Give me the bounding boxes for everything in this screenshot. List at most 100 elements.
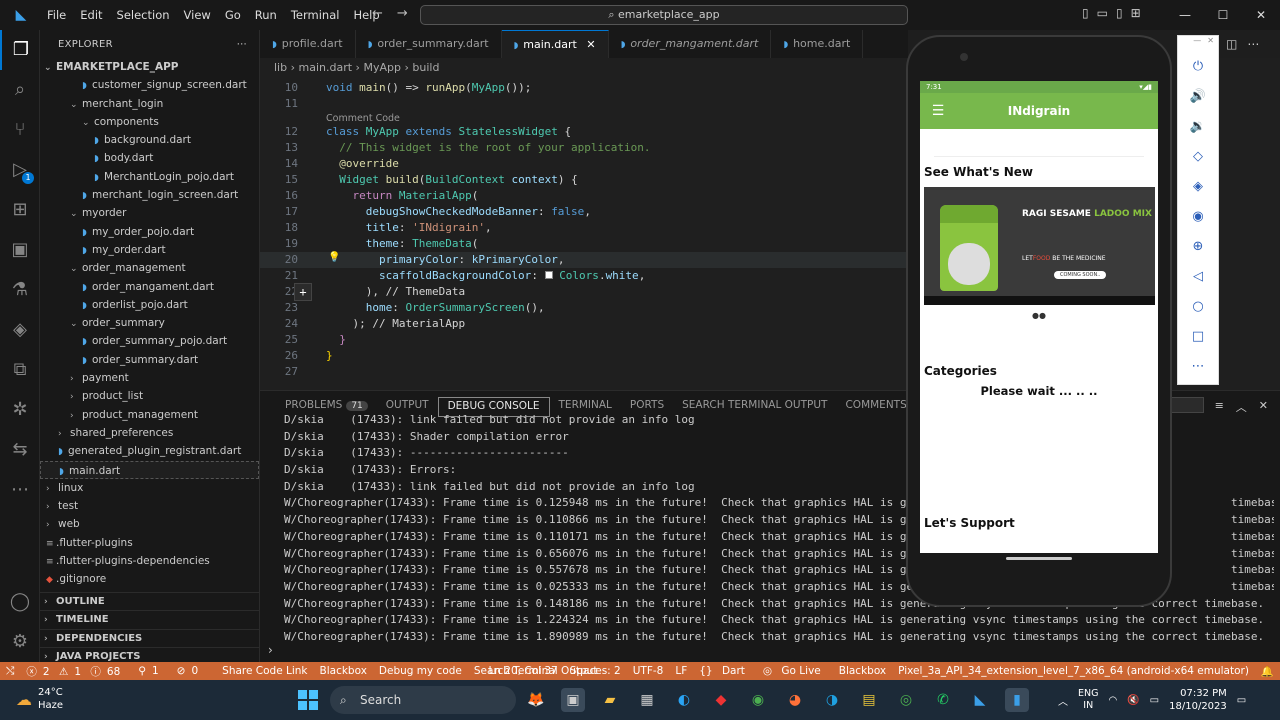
home-circle-icon[interactable]: ○ bbox=[1178, 292, 1218, 322]
editor-more-icon[interactable]: ⋯ bbox=[1247, 37, 1259, 51]
emulator-minimize-icon[interactable]: — bbox=[1193, 36, 1201, 52]
firefox-icon[interactable]: ◕ bbox=[783, 688, 807, 712]
blackbox-status[interactable]: Blackbox bbox=[833, 665, 892, 677]
file-item[interactable]: ◗ generated_plugin_registrant.dart bbox=[40, 442, 259, 460]
toggle-secondary-sidebar-icon[interactable]: ▯ bbox=[1116, 6, 1123, 20]
folder-item[interactable]: ⌄ myorder bbox=[40, 204, 259, 222]
folder-item[interactable]: › product_list bbox=[40, 387, 259, 405]
volume-up-icon[interactable]: 🔊 bbox=[1178, 82, 1218, 112]
taskbar-search[interactable]: ⌕ Search bbox=[330, 686, 516, 714]
section-timeline[interactable]: › TIMELINE bbox=[40, 610, 259, 628]
account-icon[interactable]: ◯ bbox=[0, 582, 40, 622]
toggle-panel-icon[interactable]: ▭ bbox=[1097, 6, 1108, 20]
settings-gear-icon[interactable]: ⚙ bbox=[0, 622, 40, 662]
volume-down-icon[interactable]: 🔉 bbox=[1178, 112, 1218, 142]
menu-edit[interactable]: Edit bbox=[73, 8, 109, 22]
promo-banner[interactable]: RAGI SESAME LADOO MIX LETFOOD BE THE MED… bbox=[924, 187, 1155, 305]
device-selector[interactable]: Pixel_3a_API_34_extension_level_7_x86_64… bbox=[892, 665, 1255, 677]
lightbulb-icon[interactable]: 💡 bbox=[328, 252, 340, 263]
console-input-prompt[interactable]: › bbox=[268, 643, 273, 657]
file-explorer-icon[interactable]: ▰ bbox=[598, 688, 622, 712]
search-icon[interactable]: ⌕ bbox=[0, 70, 40, 110]
extended-controls-icon[interactable]: ⋯ bbox=[1178, 352, 1218, 382]
emulator-taskbar-icon[interactable]: ▮ bbox=[1005, 688, 1029, 712]
tab-order-mangament[interactable]: ◗ order_mangament.dart bbox=[609, 30, 772, 58]
anydesk-icon[interactable]: ◆ bbox=[709, 688, 733, 712]
file-item[interactable]: ◗ my_order.dart bbox=[40, 241, 259, 259]
file-item[interactable]: ◗ customer_signup_screen.dart bbox=[40, 76, 259, 94]
command-center-search[interactable]: ⌕ emarketplace_app bbox=[420, 5, 908, 25]
notifications-bell-icon[interactable]: 🔔 bbox=[1255, 665, 1280, 678]
store-icon[interactable]: ▦ bbox=[635, 688, 659, 712]
language-indicator[interactable]: ENG IN bbox=[1078, 688, 1098, 712]
file-item[interactable]: ◗ order_summary_pojo.dart bbox=[40, 332, 259, 350]
notes-icon[interactable]: ▤ bbox=[857, 688, 881, 712]
gesture-handle[interactable] bbox=[1006, 557, 1072, 560]
status-item-share-code-link[interactable]: Share Code Link bbox=[216, 665, 313, 677]
rotate-right-icon[interactable]: ◈ bbox=[1178, 172, 1218, 202]
explorer-more-icon[interactable]: ⋯ bbox=[237, 39, 247, 50]
tab-main[interactable]: ◗ main.dart ✕ bbox=[501, 30, 609, 58]
file-item[interactable]: ≡ .flutter-plugins bbox=[40, 534, 259, 552]
vscode-taskbar-icon[interactable]: ◣ bbox=[968, 688, 992, 712]
menu-go[interactable]: Go bbox=[218, 8, 248, 22]
windows-start-icon[interactable] bbox=[298, 690, 318, 710]
menu-run[interactable]: Run bbox=[248, 8, 284, 22]
toggle-sidebar-icon[interactable]: ▯ bbox=[1082, 6, 1089, 20]
source-control-icon[interactable]: ⑂ bbox=[0, 110, 40, 150]
menu-file[interactable]: File bbox=[40, 8, 73, 22]
maximize-icon[interactable]: ☐ bbox=[1204, 0, 1242, 30]
folder-item[interactable]: › web bbox=[40, 515, 259, 533]
file-item[interactable]: ◗ orderlist_pojo.dart bbox=[40, 296, 259, 314]
power-icon[interactable]: ⏻ bbox=[1178, 52, 1218, 82]
cursor-position[interactable]: Ln 20, Col 37 bbox=[482, 665, 563, 677]
file-item[interactable]: ◗ body.dart bbox=[40, 149, 259, 167]
weather-widget[interactable]: ☁ 24°C Haze bbox=[16, 686, 63, 712]
explorer-icon[interactable]: ❐ bbox=[0, 30, 40, 70]
volume-mute-icon[interactable]: 🔇 bbox=[1127, 695, 1139, 706]
wifi-icon[interactable]: ◠ bbox=[1108, 695, 1117, 706]
chrome-icon[interactable]: ◉ bbox=[746, 688, 770, 712]
close-icon[interactable]: ✕ bbox=[1242, 0, 1280, 30]
forward-arrow-icon[interactable]: → bbox=[397, 6, 408, 21]
task-view-icon[interactable]: ▣ bbox=[561, 688, 585, 712]
breadcrumb-part[interactable]: MyApp bbox=[363, 61, 401, 74]
status-item-debug-my-code[interactable]: Debug my code bbox=[373, 665, 468, 677]
camera-icon[interactable]: ◉ bbox=[1178, 202, 1218, 232]
clock[interactable]: 07:32 PM 18/10/2023 bbox=[1169, 687, 1227, 713]
battery-icon[interactable]: ▭ bbox=[1150, 695, 1159, 706]
line-ending[interactable]: LF bbox=[669, 665, 693, 677]
rotate-left-icon[interactable]: ◇ bbox=[1178, 142, 1218, 172]
file-item[interactable]: ◗ order_mangament.dart bbox=[40, 278, 259, 296]
zero-status[interactable]: ⊘ 0 bbox=[171, 665, 211, 677]
carousel-dots[interactable]: ●● bbox=[920, 311, 1158, 320]
bookmarks-icon[interactable]: ⧉ bbox=[0, 350, 40, 390]
breadcrumb-part[interactable]: lib bbox=[274, 61, 287, 74]
folder-item[interactable]: ⌄ merchant_login bbox=[40, 95, 259, 113]
more-icon[interactable]: ⋯ bbox=[0, 470, 40, 510]
minimize-icon[interactable]: — bbox=[1166, 0, 1204, 30]
tray-chevron-icon[interactable]: ︿ bbox=[1058, 693, 1068, 708]
extensions-icon[interactable]: ⊞ bbox=[0, 190, 40, 230]
folder-item[interactable]: › payment bbox=[40, 369, 259, 387]
whatsapp-icon[interactable]: ✆ bbox=[931, 688, 955, 712]
chrome-dev-icon[interactable]: ◎ bbox=[894, 688, 918, 712]
testing-icon[interactable]: ⚗ bbox=[0, 270, 40, 310]
fox-app-icon[interactable]: 🦊 bbox=[524, 688, 548, 712]
folder-item[interactable]: › shared_preferences bbox=[40, 424, 259, 442]
breadcrumb-part[interactable]: build bbox=[412, 61, 439, 74]
file-item[interactable]: ◗ merchant_login_screen.dart bbox=[40, 186, 259, 204]
language-mode[interactable]: {} Dart bbox=[693, 665, 757, 677]
status-item-blackbox[interactable]: Blackbox bbox=[314, 665, 373, 677]
section-java-projects[interactable]: › JAVA PROJECTS bbox=[40, 646, 259, 662]
overview-square-icon[interactable]: □ bbox=[1178, 322, 1218, 352]
breadcrumb-part[interactable]: main.dart bbox=[299, 61, 353, 74]
split-editor-icon[interactable]: ◫ bbox=[1226, 37, 1237, 51]
file-item[interactable]: ◗ background.dart bbox=[40, 131, 259, 149]
file-item[interactable]: ≡ .flutter-plugins-dependencies bbox=[40, 552, 259, 570]
zoom-icon[interactable]: ⊕ bbox=[1178, 232, 1218, 262]
menu-view[interactable]: View bbox=[177, 8, 218, 22]
live-share-icon[interactable]: ⇆ bbox=[0, 430, 40, 470]
search-strip[interactable] bbox=[934, 133, 1144, 157]
workspace-root[interactable]: ⌄ EMARKETPLACE_APP bbox=[40, 58, 259, 76]
